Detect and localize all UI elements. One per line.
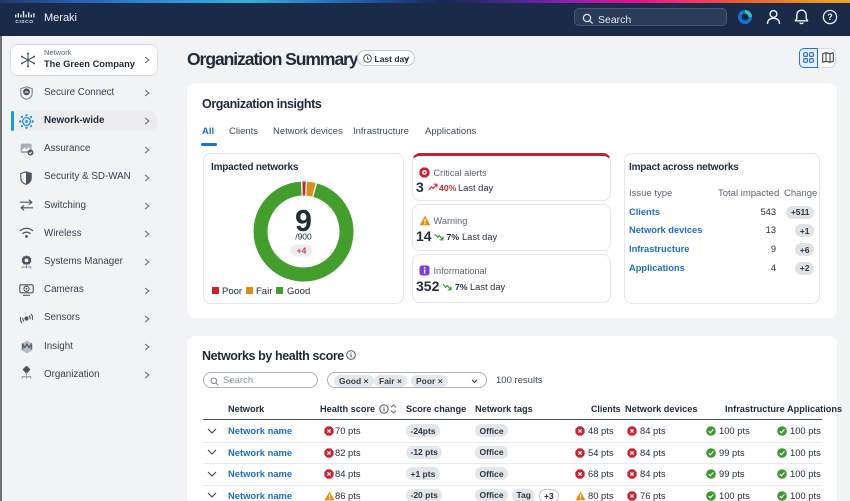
svg-text:Poor: Poor xyxy=(222,286,242,297)
svg-text:CISCO: CISCO xyxy=(15,19,33,24)
svg-text:/900: /900 xyxy=(295,232,312,242)
svg-text:+4: +4 xyxy=(297,246,307,256)
svg-text:?: ? xyxy=(827,12,833,22)
svg-text:Fair: Fair xyxy=(256,286,272,297)
svg-text:Good: Good xyxy=(287,286,310,297)
